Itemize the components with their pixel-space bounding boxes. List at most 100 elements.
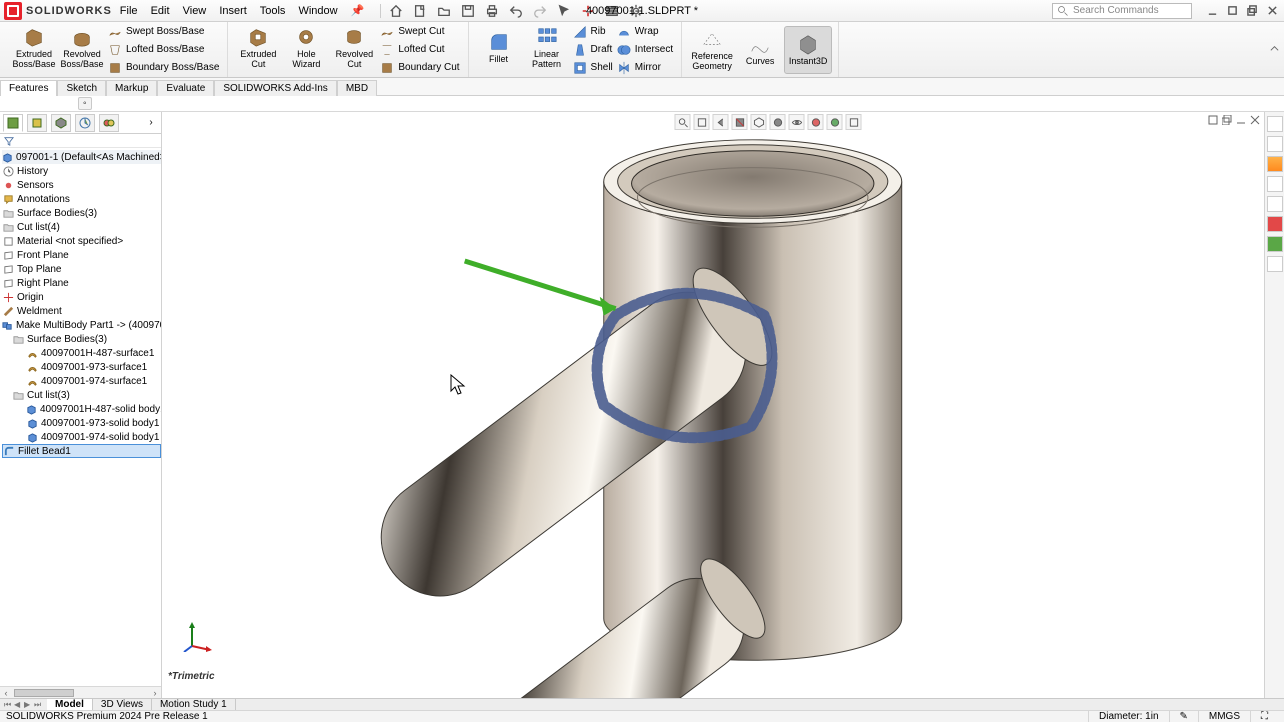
tree-body-item[interactable]: 40097001-974-solid body1 xyxy=(2,430,161,444)
lofted-boss-button[interactable]: Lofted Boss/Base xyxy=(106,42,221,58)
tree-horizontal-scrollbar[interactable]: ‹› xyxy=(0,686,161,698)
curves-button[interactable]: Curves xyxy=(736,26,784,74)
maximize-icon[interactable] xyxy=(1224,4,1240,18)
swept-boss-button[interactable]: Swept Boss/Base xyxy=(106,24,221,40)
draft-button[interactable]: Draft xyxy=(571,42,615,58)
tree-surfaces-folder[interactable]: Surface Bodies(3) xyxy=(2,332,161,346)
tab-features[interactable]: Features xyxy=(0,80,57,96)
taskpane-home-icon[interactable] xyxy=(1267,116,1283,132)
close-icon[interactable] xyxy=(1264,4,1280,18)
fm-tab-dim-icon[interactable] xyxy=(75,114,95,132)
taskpane-properties-icon[interactable] xyxy=(1267,236,1283,252)
tree-origin[interactable]: Origin xyxy=(2,290,161,304)
orientation-triad-icon[interactable] xyxy=(182,620,214,652)
fillet-button[interactable]: Fillet xyxy=(475,24,523,72)
graphics-viewport[interactable]: *Trimetric xyxy=(162,112,1264,698)
taskpane-view-icon[interactable] xyxy=(1267,196,1283,212)
hole-wizard-button[interactable]: HoleWizard xyxy=(282,24,330,72)
redo-icon[interactable] xyxy=(531,2,549,20)
reference-geometry-button[interactable]: ReferenceGeometry xyxy=(688,26,736,74)
config-chip[interactable]: ◦ xyxy=(78,97,92,110)
taskpane-explorer-icon[interactable] xyxy=(1267,176,1283,192)
tab-sketch[interactable]: Sketch xyxy=(57,80,106,96)
tree-surface-item[interactable]: 40097001-973-surface1 xyxy=(2,360,161,374)
solid-body-icon xyxy=(26,431,38,443)
tab-mbd[interactable]: MBD xyxy=(337,80,377,96)
restore-icon[interactable] xyxy=(1244,4,1260,18)
extruded-cut-button[interactable]: ExtrudedCut xyxy=(234,24,282,72)
menu-file[interactable]: File xyxy=(120,5,138,17)
fm-filter-row[interactable] xyxy=(0,134,161,148)
taskpane-library-icon[interactable] xyxy=(1267,156,1283,172)
menu-pin-icon[interactable]: 📌 xyxy=(351,5,365,17)
taskpane-resources-icon[interactable] xyxy=(1267,136,1283,152)
tree-multibody[interactable]: Make MultiBody Part1 -> (40097001) xyxy=(2,318,161,332)
folder-icon xyxy=(2,207,14,219)
tab-addins[interactable]: SOLIDWORKS Add-Ins xyxy=(214,80,336,96)
tree-surface-item[interactable]: 40097001-974-surface1 xyxy=(2,374,161,388)
menu-insert[interactable]: Insert xyxy=(219,5,247,17)
tree-front-plane[interactable]: Front Plane xyxy=(2,248,161,262)
save-icon[interactable] xyxy=(459,2,477,20)
linear-pattern-button[interactable]: LinearPattern xyxy=(523,24,571,72)
rib-button[interactable]: Rib xyxy=(571,24,615,40)
tree-surface-item[interactable]: 40097001H-487-surface1 xyxy=(2,346,161,360)
tree-root[interactable]: 097001-1 (Default<As Machined>) <<Defaul… xyxy=(2,150,161,164)
tree-top-plane[interactable]: Top Plane xyxy=(2,262,161,276)
tree-cutlist-folder[interactable]: Cut list(3) xyxy=(2,388,161,402)
minimize-icon[interactable] xyxy=(1204,4,1220,18)
taskpane-appearance-icon[interactable] xyxy=(1267,216,1283,232)
tab-nav-buttons[interactable]: ⏮◀▶⏭ xyxy=(0,700,47,710)
home-icon[interactable] xyxy=(387,2,405,20)
fm-tab-config-icon[interactable] xyxy=(51,114,71,132)
revolved-boss-button[interactable]: RevolvedBoss/Base xyxy=(58,24,106,72)
fm-tab-display-icon[interactable] xyxy=(99,114,119,132)
tab-3d-views[interactable]: 3D Views xyxy=(93,699,152,710)
tab-evaluate[interactable]: Evaluate xyxy=(157,80,214,96)
undo-icon[interactable] xyxy=(507,2,525,20)
boundary-cut-button[interactable]: Boundary Cut xyxy=(378,60,461,76)
fm-tab-overflow-icon[interactable]: › xyxy=(144,117,158,128)
mirror-button[interactable]: Mirror xyxy=(615,60,675,76)
fm-tab-property-icon[interactable] xyxy=(27,114,47,132)
tab-model[interactable]: Model xyxy=(47,699,93,710)
taskpane-forum-icon[interactable] xyxy=(1267,256,1283,272)
menu-tools[interactable]: Tools xyxy=(260,5,286,17)
boundary-boss-button[interactable]: Boundary Boss/Base xyxy=(106,60,221,76)
intersect-button[interactable]: Intersect xyxy=(615,42,675,58)
tree-cutlist4[interactable]: Cut list(4) xyxy=(2,220,161,234)
tree-body-item[interactable]: 40097001-973-solid body1 xyxy=(2,416,161,430)
select-icon[interactable] xyxy=(555,2,573,20)
tree-history[interactable]: History xyxy=(2,164,161,178)
collapse-ribbon-icon[interactable] xyxy=(1269,41,1280,59)
tree-surfaces[interactable]: Surface Bodies(3) xyxy=(2,206,161,220)
tree-annotations[interactable]: Annotations xyxy=(2,192,161,206)
open-icon[interactable] xyxy=(435,2,453,20)
tab-markup[interactable]: Markup xyxy=(106,80,157,96)
swept-cut-button[interactable]: Swept Cut xyxy=(378,24,461,40)
menu-view[interactable]: View xyxy=(183,5,207,17)
fm-tab-tree-icon[interactable] xyxy=(3,114,23,132)
tree-selected-feature[interactable]: Fillet Bead1 xyxy=(2,444,161,458)
instant3d-button[interactable]: Instant3D xyxy=(784,26,832,74)
extruded-boss-button[interactable]: ExtrudedBoss/Base xyxy=(10,24,58,72)
tree-body-item[interactable]: 40097001H-487-solid body1 xyxy=(2,402,161,416)
tree-right-plane[interactable]: Right Plane xyxy=(2,276,161,290)
new-icon[interactable] xyxy=(411,2,429,20)
tree-material[interactable]: Material <not specified> xyxy=(2,234,161,248)
shell-button[interactable]: Shell xyxy=(571,60,615,76)
revolved-cut-button[interactable]: RevolvedCut xyxy=(330,24,378,72)
wrap-button[interactable]: Wrap xyxy=(615,24,675,40)
tab-motion-study[interactable]: Motion Study 1 xyxy=(152,699,236,710)
tree-weldment[interactable]: Weldment xyxy=(2,304,161,318)
tree-sensors[interactable]: Sensors xyxy=(2,178,161,192)
print-icon[interactable] xyxy=(483,2,501,20)
search-commands-input[interactable]: Search Commands xyxy=(1052,3,1192,19)
status-expand-icon[interactable]: ⛶ xyxy=(1250,711,1278,722)
menu-edit[interactable]: Edit xyxy=(151,5,170,17)
folder-icon xyxy=(12,333,24,345)
status-edit-icon[interactable]: ✎ xyxy=(1169,711,1198,722)
status-units[interactable]: MMGS xyxy=(1198,711,1250,722)
lofted-cut-button[interactable]: Lofted Cut xyxy=(378,42,461,58)
menu-window[interactable]: Window xyxy=(298,5,337,17)
